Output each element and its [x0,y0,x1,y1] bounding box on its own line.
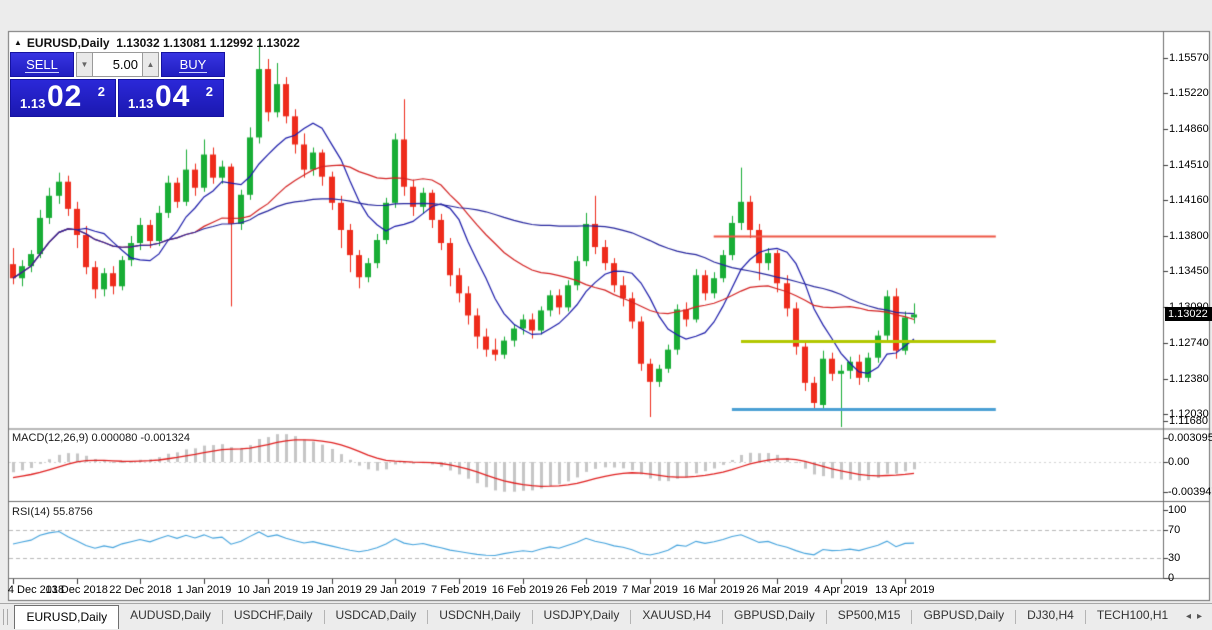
price-axis-label: 1.11680 [1169,415,1208,427]
chart-tab-sp500-m15[interactable]: SP500,M15 [827,604,912,625]
price-axis-label: 1.15570 [1169,52,1209,64]
tab-scroll-arrows: ◂▸ [1186,611,1208,622]
chart-tab-dj30-h4[interactable]: DJ30,H4 [1016,604,1085,625]
one-click-trade-widget: SELL ▼ ▲ BUY 1.13 02 2 1.13 04 2 [10,52,232,117]
sell-price-panel[interactable]: 1.13 02 2 [10,79,116,117]
date-axis-label: 16 Feb 2019 [491,584,554,596]
chart-tab-gbpusd-daily[interactable]: GBPUSD,Daily [912,604,1015,625]
price-axis-label: 1.12380 [1169,373,1209,385]
rsi-axis-label: 100 [1168,504,1187,516]
date-axis-label: 13 Apr 2019 [875,584,935,596]
date-axis-label: 4 Apr 2019 [814,584,868,596]
date-axis-label: 22 Dec 2018 [109,584,172,596]
date-axis-label: 7 Feb 2019 [431,584,487,596]
chart-tab-bar: EURUSD,Daily AUDUSD,Daily USDCHF,Daily USDC… [0,603,1212,630]
chart-tab-xauusd-h4[interactable]: XAUUSD,H4 [631,604,722,625]
price-axis-label: 1.12740 [1169,337,1209,349]
chart-tab-usdcad-daily[interactable]: USDCAD,Daily [325,604,428,625]
chart-tab-gbpusd-daily[interactable]: GBPUSD,Daily [723,604,826,625]
price-axis-label: 1.14510 [1169,159,1209,171]
price-axis-label: 1.14860 [1169,123,1209,135]
chart-title: ▲ EURUSD,Daily 1.13032 1.13081 1.12992 1.… [14,36,300,50]
chart-title-ohlc: 1.13032 1.13081 1.12992 1.13022 [116,36,300,50]
rsi-axis-label: 0 [1168,572,1175,584]
chart-tab-eurusd-daily[interactable]: EURUSD,Daily [14,605,120,629]
buy-price-big: 04 [155,80,191,113]
price-axis-label: 1.13800 [1169,230,1209,242]
macd-axis-label: 0.00 [1168,456,1190,468]
chart-tab-usdchf-daily[interactable]: USDCHF,Daily [223,604,324,625]
volume-input[interactable] [93,52,142,77]
chart-tab-usdcnh-daily[interactable]: USDCNH,Daily [428,604,531,625]
rsi-axis-label: 70 [1168,524,1181,536]
macd-axis-label: -0.003947 [1168,486,1212,498]
buy-price-panel[interactable]: 1.13 04 2 [118,79,224,117]
volume-stepper: ▼ ▲ [76,52,159,78]
date-axis-label: 1 Jan 2019 [176,584,232,596]
chart-title-symbol: EURUSD,Daily [26,36,110,50]
trading-platform-window: 15M30H1H4D1W1MN ▲EURUSD,Daily 1.13032 1.… [0,0,1212,630]
chart-tab-audusd-daily[interactable]: AUDUSD,Daily [119,604,222,625]
collapse-triangle-icon: ▲ [14,38,22,47]
buy-button[interactable]: BUY [161,52,225,77]
date-axis-label: 26 Feb 2019 [555,584,618,596]
rsi-label: RSI(14) 55.8756 [12,506,93,518]
macd-label: MACD(12,26,9) 0.000080 -0.001324 [12,432,190,444]
chart-tab-usdjpy-daily[interactable]: USDJPY,Daily [533,604,631,625]
date-axis-label: 7 Mar 2019 [622,584,678,596]
price-axis-label: 1.13090 [1169,301,1209,313]
date-axis-label: 16 Mar 2019 [682,584,745,596]
volume-decrease-icon[interactable]: ▼ [76,52,93,77]
date-axis-label: 10 Jan 2019 [237,584,299,596]
sell-price-big: 02 [47,80,83,113]
macd-axis-label: 0.003095 [1168,432,1212,444]
tabbar-grip[interactable] [3,609,8,625]
price-axis-label: 1.15220 [1169,87,1209,99]
sell-price-sup: 2 [97,84,105,99]
price-axis-label: 1.14160 [1169,194,1209,206]
date-axis-label: 13 Dec 2018 [45,584,108,596]
buy-price-sup: 2 [205,84,213,99]
volume-increase-icon[interactable]: ▲ [142,52,159,77]
price-axis-label: 1.13450 [1169,265,1209,277]
date-axis-label: 19 Jan 2019 [301,584,362,596]
buy-price-small: 1.13 [128,96,154,111]
date-axis-label: 29 Jan 2019 [364,584,426,596]
sell-button[interactable]: SELL [10,52,74,77]
rsi-axis-label: 30 [1168,552,1181,564]
tab-scroll-left-icon[interactable]: ◂ [1186,611,1197,622]
chart-tab-tech100-h1[interactable]: TECH100,H1 [1086,604,1179,625]
date-axis-label: 26 Mar 2019 [746,584,809,596]
tab-scroll-right-icon[interactable]: ▸ [1197,611,1208,622]
sell-price-small: 1.13 [20,96,46,111]
